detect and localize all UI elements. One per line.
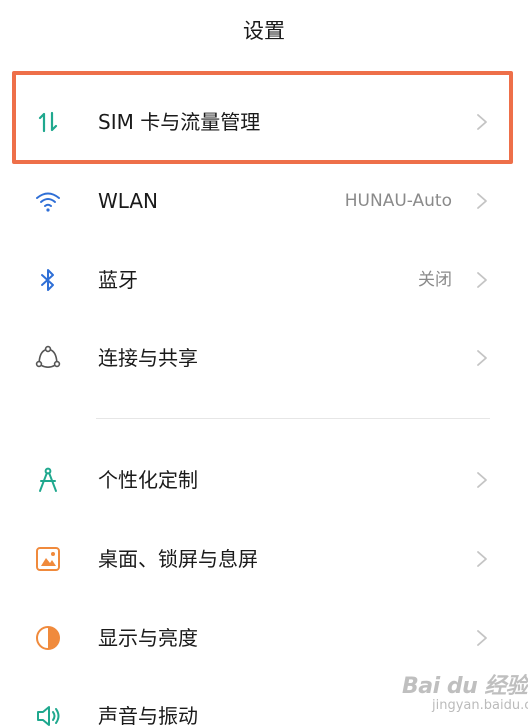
chevron-right-icon <box>474 270 490 290</box>
speaker-icon <box>33 701 63 726</box>
settings-item-desktop-lockscreen[interactable]: 桌面、锁屏与息屏 <box>0 529 528 589</box>
settings-item-label: 个性化定制 <box>98 468 198 492</box>
settings-item-label: WLAN <box>98 189 159 213</box>
chevron-right-icon <box>474 348 490 368</box>
wallpaper-icon <box>33 544 63 574</box>
settings-item-label: 显示与亮度 <box>98 626 198 650</box>
connection-share-icon <box>33 343 63 373</box>
chevron-right-icon <box>474 191 490 211</box>
settings-item-label: 连接与共享 <box>98 346 198 370</box>
chevron-right-icon <box>474 470 490 490</box>
wifi-icon <box>33 186 63 216</box>
settings-item-wlan[interactable]: WLAN HUNAU-Auto <box>0 171 528 231</box>
settings-item-value: 关闭 <box>418 270 452 290</box>
settings-item-value: HUNAU-Auto <box>344 191 452 211</box>
page-title: 设置 <box>243 19 285 43</box>
chevron-right-icon <box>474 628 490 648</box>
section-divider <box>96 418 490 419</box>
watermark-logo: Bai du 经验 jingyan.baidu.com <box>396 668 528 718</box>
settings-item-label: 蓝牙 <box>98 268 138 292</box>
settings-item-personalization[interactable]: 个性化定制 <box>0 450 528 510</box>
compass-personalize-icon <box>33 465 63 495</box>
watermark-subtext: jingyan.baidu.com <box>432 698 528 713</box>
bluetooth-icon <box>33 265 63 295</box>
settings-item-connection-share[interactable]: 连接与共享 <box>0 328 528 388</box>
settings-item-display-brightness[interactable]: 显示与亮度 <box>0 608 528 668</box>
settings-item-label: 桌面、锁屏与息屏 <box>98 547 258 571</box>
settings-item-label: 声音与振动 <box>98 704 198 726</box>
highlight-frame <box>12 71 513 164</box>
brightness-icon <box>33 623 63 653</box>
chevron-right-icon <box>474 549 490 569</box>
settings-item-bluetooth[interactable]: 蓝牙 关闭 <box>0 250 528 310</box>
watermark-text: Bai du 经验 <box>402 674 528 699</box>
